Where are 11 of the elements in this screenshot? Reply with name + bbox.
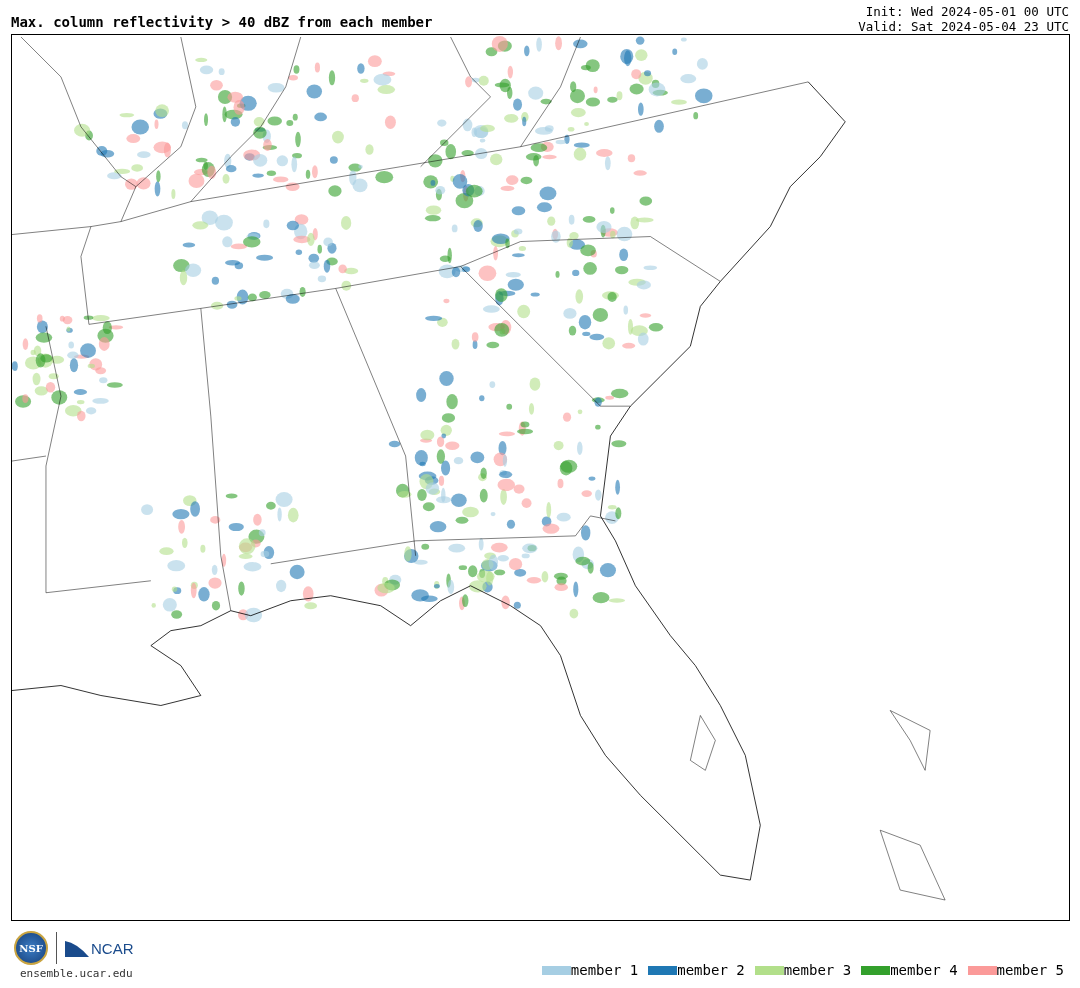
legend-label: member 5 bbox=[996, 962, 1064, 978]
ncar-logo: NCAR bbox=[65, 939, 134, 957]
legend-label: member 3 bbox=[783, 962, 852, 978]
legend-label: member 1 bbox=[570, 962, 639, 978]
legend-label: member 4 bbox=[890, 962, 958, 978]
init-time: Init: Wed 2024-05-01 00 UTC bbox=[865, 4, 1069, 19]
map-title: Max. column reflectivity > 40 dBZ from each member bbox=[11, 14, 433, 32]
website-url: ensemble.ucar.edu bbox=[20, 967, 133, 980]
legend-label: member 2 bbox=[677, 962, 745, 978]
valid-time: Valid: Sat 2024-05-04 23 UTC bbox=[858, 19, 1069, 34]
nsf-logo: NSF bbox=[14, 931, 48, 965]
